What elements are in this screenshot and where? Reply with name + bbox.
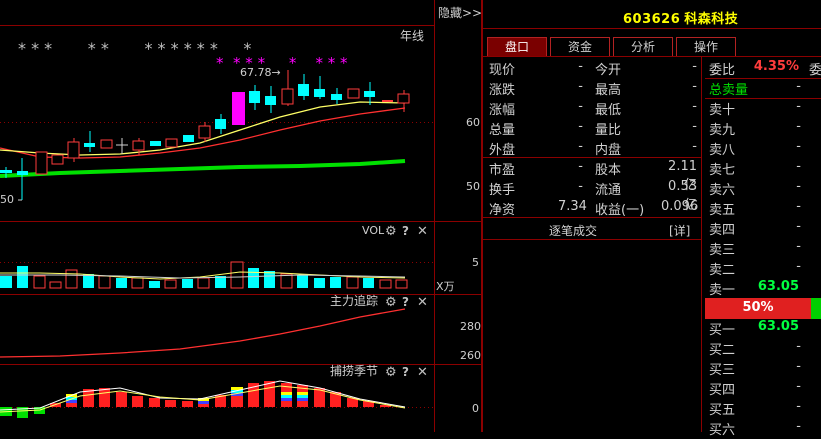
quote-row-volume: 总量 - 量比 - — [489, 119, 697, 138]
quote-row-percent: 涨幅 - 最低 - — [489, 99, 697, 118]
vol-scale-label: 5 — [472, 256, 479, 269]
sell-6-row[interactable]: 卖六 - — [705, 179, 821, 199]
total-sell-row: 总卖量 - — [709, 79, 801, 98]
sell-5-row[interactable]: 卖五 - — [705, 199, 821, 219]
main-tracking-title: 主力追踪 — [330, 293, 378, 308]
trade-detail-link[interactable]: [详] — [669, 222, 690, 239]
quote-row-turnover: 换手 - 流通 0.53亿 — [489, 179, 697, 213]
buy-sell-ratio-bar: 50% — [705, 298, 821, 319]
sell-3-row[interactable]: 卖三 - — [705, 239, 821, 259]
signal-stars-magenta: * * * * * * * * — [216, 54, 348, 72]
buy-ratio-fill — [811, 298, 821, 319]
season-scale-0: 0 — [472, 402, 479, 415]
quote-panel: 603626 科森科技 盘口 资金 分析 操作 现价 - 今开 - 涨跌 - 最高 - 涨… — [482, 0, 821, 438]
buy-3-row[interactable]: 买三 - — [705, 359, 821, 379]
stock-name: 科森科技 — [684, 12, 739, 27]
candlesticks — [0, 70, 410, 200]
season-panel-title: 捕捞季节 — [330, 363, 378, 378]
quote-row-price: 现价 - 今开 - — [489, 59, 697, 78]
quote-row-pe: 市盈 - 股本 2.11亿 — [489, 159, 697, 193]
price-label-50: 50 — [466, 180, 480, 193]
vol-gear-icon[interactable]: ⚙ — [385, 224, 397, 239]
season-help-icon[interactable]: ? — [402, 365, 409, 379]
tracking-scale-260: 260 — [460, 349, 481, 362]
max-price-marker: 67.78→ — [240, 66, 281, 79]
tracking-close-icon[interactable]: ✕ — [417, 295, 428, 310]
buy-6-row[interactable]: 买六 - — [705, 419, 821, 439]
period-label: 年线 — [400, 29, 424, 43]
tab-operation[interactable]: 操作 — [676, 37, 736, 56]
hide-button[interactable]: 隐藏>> — [438, 6, 482, 20]
min-price-marker: 50 — [0, 193, 14, 206]
trade-detail-label: 逐笔成交 — [549, 224, 598, 238]
season-close-icon[interactable]: ✕ — [417, 365, 428, 380]
sell-2-row[interactable]: 卖二 - — [705, 259, 821, 279]
sell-4-row[interactable]: 卖四 - — [705, 219, 821, 239]
vol-panel-title: VOL — [362, 224, 385, 237]
sell-7-row[interactable]: 卖七 - — [705, 159, 821, 179]
tab-analysis[interactable]: 分析 — [613, 37, 673, 56]
stock-title: 603626 科森科技 — [623, 8, 738, 27]
tracking-red-line — [0, 308, 406, 358]
buy-1-row[interactable]: 买一 63.05 — [705, 319, 821, 339]
vol-close-icon[interactable]: ✕ — [417, 224, 428, 239]
buy-5-row[interactable]: 买五 - — [705, 399, 821, 419]
season-gear-icon[interactable]: ⚙ — [385, 365, 397, 380]
tracking-scale-280: 280 — [460, 320, 481, 333]
quote-row-change: 涨跌 - 最高 - — [489, 79, 697, 98]
tracking-gear-icon[interactable]: ⚙ — [385, 295, 397, 310]
buy-4-row[interactable]: 买四 - — [705, 379, 821, 399]
tracking-help-icon[interactable]: ? — [402, 295, 409, 309]
stock-code: 603626 — [623, 12, 681, 27]
quote-row-nav: 净资 7.34 收益(一) 0.096 — [489, 199, 699, 218]
buy-2-row[interactable]: 买二 - — [705, 339, 821, 359]
sell-9-row[interactable]: 卖九 - — [705, 119, 821, 139]
quote-tabs: 盘口 资金 分析 操作 — [487, 37, 739, 56]
vol-help-icon[interactable]: ? — [402, 224, 409, 238]
sell-1-row[interactable]: 卖一 63.05 — [705, 279, 821, 299]
sell-8-row[interactable]: 卖八 - — [705, 139, 821, 159]
tab-pankou[interactable]: 盘口 — [487, 37, 547, 56]
order-ratio-suffix: 委 — [809, 63, 821, 78]
ratio-percent-label: 50% — [742, 300, 774, 315]
quote-row-outer: 外盘 - 内盘 - — [489, 139, 697, 158]
order-ratio-value: 4.35% — [753, 59, 799, 74]
tab-funds[interactable]: 资金 — [550, 37, 610, 56]
sell-10-row[interactable]: 卖十 - — [705, 99, 821, 119]
order-ratio-row: 委比 4.35% 委 — [709, 59, 821, 78]
price-label-60: 60 — [466, 116, 480, 129]
vol-unit-label: X万 — [436, 280, 455, 293]
